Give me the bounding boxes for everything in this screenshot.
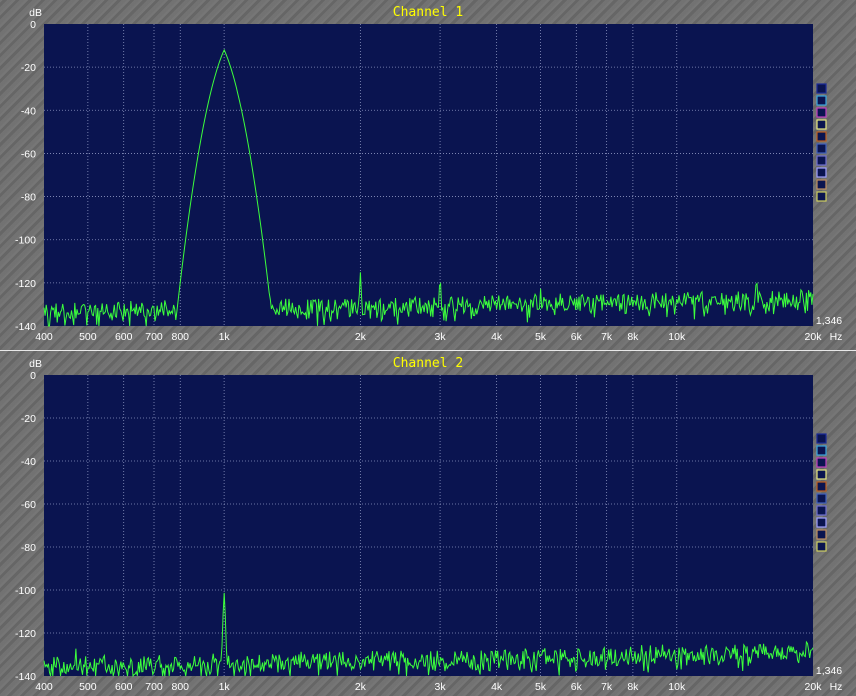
x-tick-label: 6k	[571, 681, 583, 693]
legend-swatch[interactable]	[816, 179, 827, 190]
chart-title: Channel 1	[393, 5, 463, 20]
x-tick-label: 3k	[435, 681, 447, 693]
channel-2-panel: Channel 2 0 -20 -40 -60 -80 -100 -120 -140 dB 400 5…	[0, 351, 856, 696]
legend-swatch[interactable]	[816, 191, 827, 202]
x-tick-label: 4k	[491, 331, 503, 343]
x-tick-label: 700	[145, 681, 163, 693]
x-tick-label: 500	[79, 681, 97, 693]
legend-swatch[interactable]	[816, 493, 827, 504]
y-tick-label: -140	[15, 321, 36, 333]
y-tick-label: -40	[21, 105, 36, 117]
x-tick-label: 20k	[805, 681, 823, 693]
legend-swatch[interactable]	[816, 445, 827, 456]
y-tick-label: -80	[21, 192, 36, 204]
y-tick-label: -100	[15, 235, 36, 247]
y-tick-label: -80	[21, 542, 36, 554]
x-tick-label: 600	[115, 331, 133, 343]
x-tick-label: 5k	[535, 331, 547, 343]
x-tick-label: 2k	[355, 681, 367, 693]
x-tick-label: 4k	[491, 681, 503, 693]
x-tick-label: 7k	[601, 331, 613, 343]
x-unit-label: Hz	[830, 331, 843, 343]
y-unit-label: dB	[29, 358, 42, 370]
y-tick-label: -120	[15, 278, 36, 290]
readout-value: 1,346	[816, 665, 842, 677]
chart-svg: Channel 2 0 -20 -40 -60 -80 -100 -120 -140 dB 400 5…	[15, 356, 843, 693]
x-tick-label: 5k	[535, 681, 547, 693]
legend-swatch[interactable]	[816, 143, 827, 154]
x-tick-label: 2k	[355, 331, 367, 343]
y-tick-label: -120	[15, 628, 36, 640]
y-tick-label: -40	[21, 456, 36, 468]
y-unit-label: dB	[29, 7, 42, 19]
x-tick-label: 500	[79, 331, 97, 343]
chart-svg: Channel 1 0 -20 -40 -60 -80 -100 -120 -140 dB 400 5…	[15, 5, 843, 343]
x-tick-label: 1k	[219, 331, 231, 343]
legend-swatches[interactable]	[816, 83, 827, 202]
y-tick-label: 0	[30, 370, 36, 382]
x-tick-label: 700	[145, 331, 163, 343]
y-tick-label: -20	[21, 413, 36, 425]
plot-area	[44, 24, 813, 326]
readout-value: 1,346	[816, 315, 842, 327]
legend-swatch[interactable]	[816, 529, 827, 540]
y-tick-label: -140	[15, 671, 36, 683]
y-tick-label: 0	[30, 19, 36, 31]
x-tick-label: 400	[35, 681, 53, 693]
legend-swatch[interactable]	[816, 95, 827, 106]
y-tick-label: -20	[21, 62, 36, 74]
y-tick-label: -100	[15, 585, 36, 597]
y-tick-label: -60	[21, 148, 36, 160]
x-tick-label: 800	[171, 681, 189, 693]
legend-swatch[interactable]	[816, 167, 827, 178]
legend-swatch[interactable]	[816, 505, 827, 516]
legend-swatch[interactable]	[816, 541, 827, 552]
x-tick-label: 20k	[805, 331, 823, 343]
legend-swatch[interactable]	[816, 481, 827, 492]
legend-swatch[interactable]	[816, 469, 827, 480]
x-tick-label: 800	[171, 331, 189, 343]
legend-swatch[interactable]	[816, 517, 827, 528]
x-tick-label: 6k	[571, 331, 583, 343]
plot-area	[44, 375, 813, 676]
legend-swatch[interactable]	[816, 155, 827, 166]
legend-swatch[interactable]	[816, 457, 827, 468]
x-tick-label: 10k	[668, 331, 686, 343]
legend-swatch[interactable]	[816, 119, 827, 130]
y-tick-label: -60	[21, 499, 36, 511]
legend-swatch[interactable]	[816, 107, 827, 118]
x-tick-label: 3k	[435, 331, 447, 343]
x-tick-label: 8k	[627, 331, 639, 343]
x-tick-label: 8k	[627, 681, 639, 693]
x-unit-label: Hz	[830, 681, 843, 693]
channel-1-panel: Channel 1 0 -20 -40 -60 -80 -100 -120 -140 dB 400 5…	[0, 0, 856, 350]
x-tick-label: 600	[115, 681, 133, 693]
legend-swatch[interactable]	[816, 131, 827, 142]
x-tick-label: 7k	[601, 681, 613, 693]
x-tick-label: 400	[35, 331, 53, 343]
x-tick-label: 1k	[219, 681, 231, 693]
legend-swatch[interactable]	[816, 83, 827, 94]
legend-swatches[interactable]	[816, 433, 827, 552]
chart-title: Channel 2	[393, 356, 463, 371]
legend-swatch[interactable]	[816, 433, 827, 444]
x-tick-label: 10k	[668, 681, 686, 693]
